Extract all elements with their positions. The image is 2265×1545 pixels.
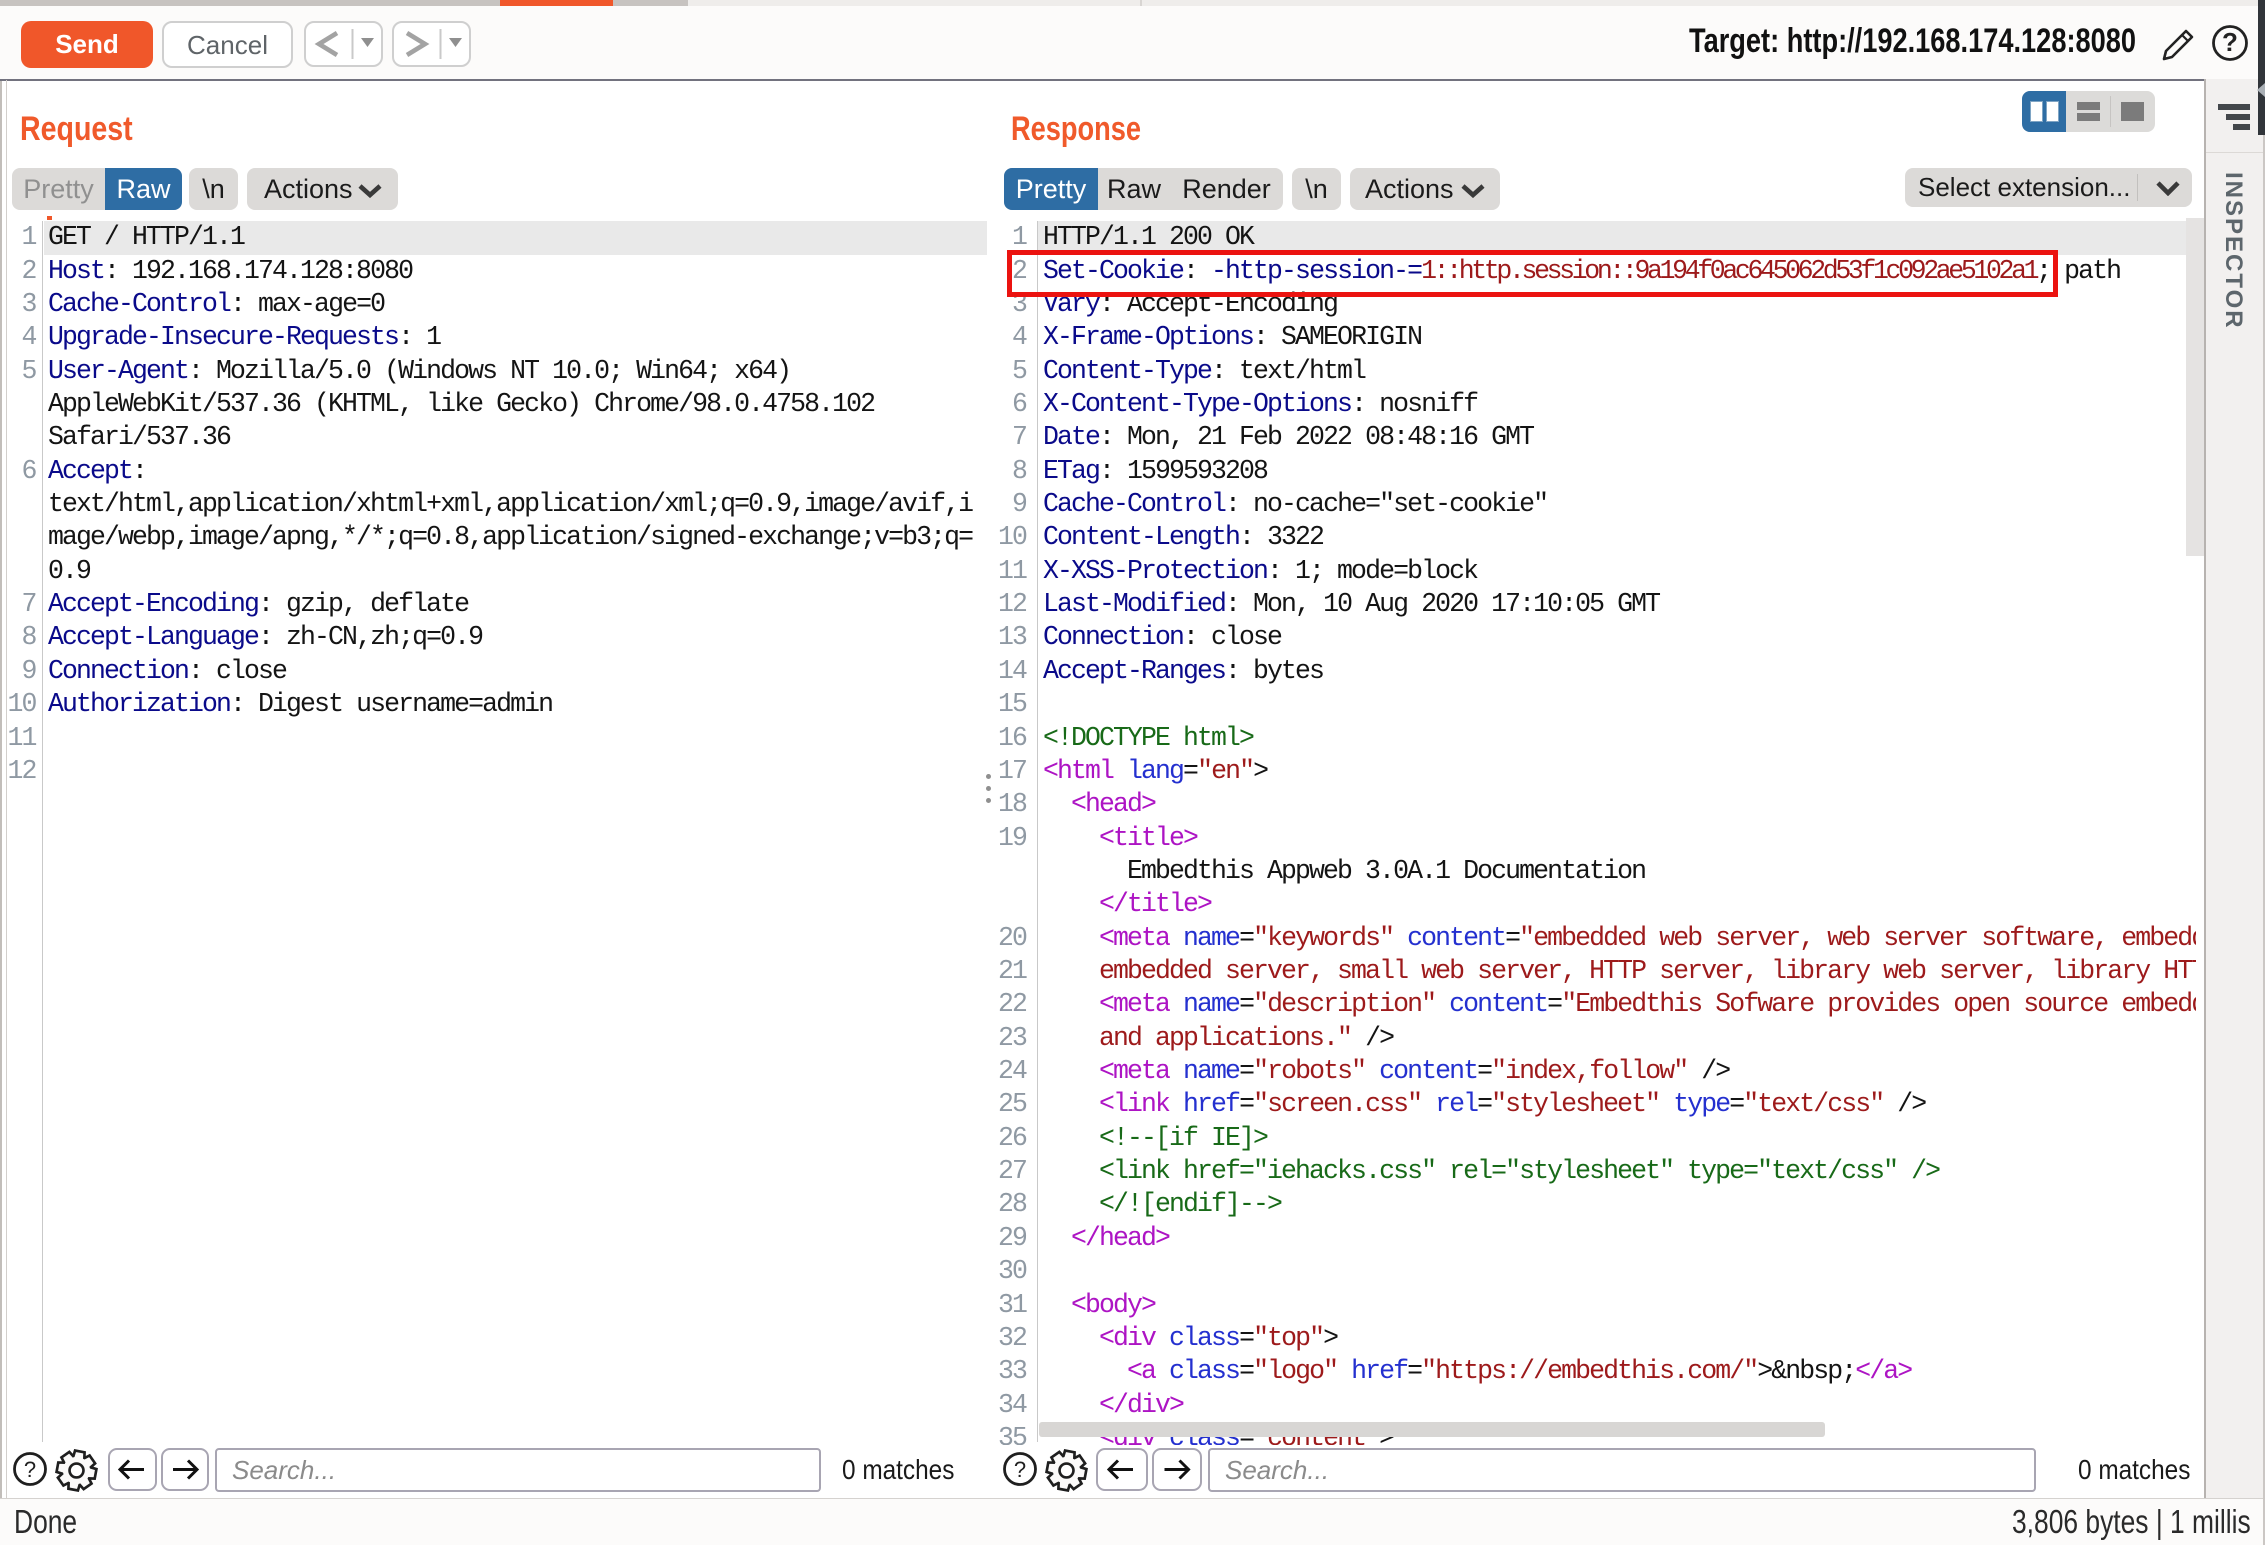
svg-text:?: ? (1014, 1457, 1026, 1482)
svg-text:?: ? (24, 1457, 36, 1482)
svg-text:?: ? (2222, 27, 2238, 57)
